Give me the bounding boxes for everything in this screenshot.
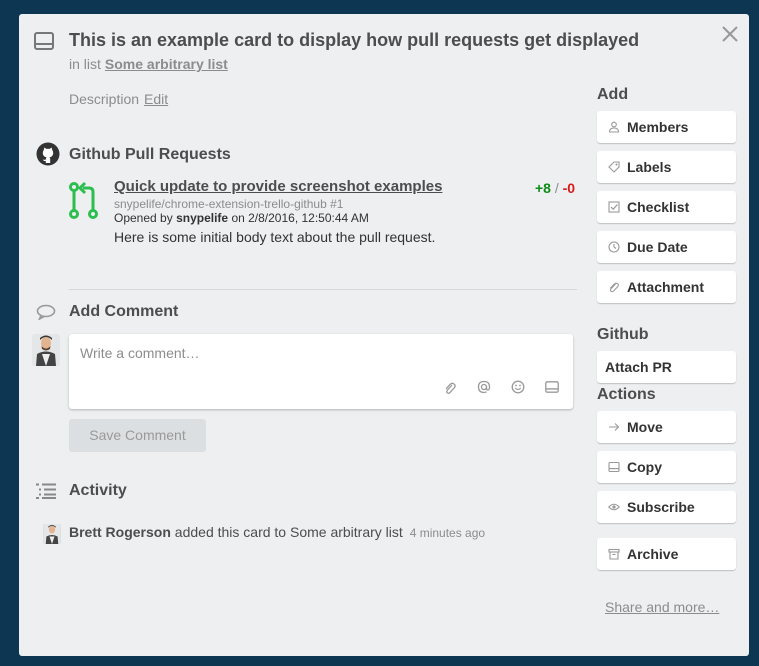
github-icon (36, 142, 60, 166)
activity-heading: Activity (69, 482, 127, 499)
pr-diff-separator: / (554, 180, 559, 196)
move-button[interactable]: Move (597, 411, 736, 443)
activity-user[interactable]: Brett Rogerson (69, 524, 171, 540)
card-copy-icon (608, 461, 620, 473)
members-label: Members (627, 119, 689, 135)
pr-title-link[interactable]: Quick update to provide screenshot examp… (114, 178, 442, 195)
subscribe-button[interactable]: Subscribe (597, 491, 736, 523)
pr-deletions: -0 (562, 180, 576, 196)
attachment-label: Attachment (627, 279, 705, 295)
emoji-icon[interactable] (511, 380, 525, 394)
pr-repo: snypelife/chrome-extension-trello-github… (114, 197, 344, 211)
user-avatar-icon (32, 334, 60, 366)
attach-pr-label: Attach PR (605, 359, 672, 375)
card-icon (34, 32, 54, 50)
archive-button[interactable]: Archive (597, 538, 736, 570)
pull-request-icon (69, 181, 98, 219)
mention-icon[interactable] (477, 380, 491, 394)
avatar (32, 334, 60, 366)
pr-diff-stats: +8 / -0 (535, 180, 575, 196)
arrow-right-icon (609, 423, 620, 431)
share-and-more-link[interactable]: Share and more… (605, 599, 719, 615)
pr-body-text: Here is some initial body text about the… (114, 229, 436, 245)
tag-icon (608, 161, 620, 173)
pr-opened-info: Opened by snypelife on 2/8/2016, 12:50:4… (114, 211, 369, 225)
card-detail-window: This is an example card to display how p… (19, 14, 749, 656)
eye-icon (608, 503, 620, 511)
pr-additions: +8 (535, 180, 551, 196)
sidebar-github-heading: Github (597, 326, 649, 343)
activity-avatar (43, 524, 61, 544)
clock-icon (608, 241, 620, 253)
comment-icon (36, 304, 56, 320)
description-label: Description (69, 91, 140, 107)
checklist-button[interactable]: Checklist (597, 191, 736, 223)
github-section-heading: Github Pull Requests (69, 146, 231, 163)
copy-button[interactable]: Copy (597, 451, 736, 483)
members-button[interactable]: Members (597, 111, 736, 143)
sidebar-add-heading: Add (597, 86, 629, 103)
person-icon (608, 121, 620, 133)
checkbox-icon (608, 201, 620, 213)
archive-box-icon (608, 548, 620, 560)
due-date-button[interactable]: Due Date (597, 231, 736, 263)
activity-entry: Brett Rogerson added this card to Some a… (69, 524, 485, 540)
archive-label: Archive (627, 546, 679, 562)
labels-label: Labels (627, 159, 672, 175)
card-attach-icon[interactable] (545, 381, 559, 393)
description-edit-link[interactable]: Edit (144, 91, 168, 107)
user-avatar-icon (43, 524, 61, 544)
paperclip-icon (609, 282, 619, 293)
description-row: Description Edit (69, 91, 168, 107)
activity-list-icon (36, 483, 56, 499)
paperclip-icon[interactable] (444, 381, 456, 395)
move-label: Move (627, 419, 663, 435)
activity-time[interactable]: 4 minutes ago (410, 526, 485, 540)
subscribe-label: Subscribe (627, 499, 695, 515)
card-title[interactable]: This is an example card to display how p… (69, 30, 639, 51)
pr-author: snypelife (176, 211, 229, 225)
copy-label: Copy (627, 459, 662, 475)
activity-action: added this card to Some arbitrary list (174, 524, 403, 540)
add-comment-heading: Add Comment (69, 303, 179, 320)
comment-placeholder: Write a comment… (80, 345, 200, 361)
section-divider (69, 289, 577, 290)
attachment-button[interactable]: Attachment (597, 271, 736, 303)
attach-pr-button[interactable]: Attach PR (597, 351, 736, 383)
comment-input[interactable]: Write a comment… (69, 334, 573, 409)
in-list-prefix: in list (69, 56, 101, 72)
pr-opened-prefix: Opened by (114, 211, 173, 225)
labels-button[interactable]: Labels (597, 151, 736, 183)
in-list-info: in list Some arbitrary list (69, 56, 228, 72)
close-icon[interactable] (719, 23, 741, 45)
sidebar-actions-heading: Actions (597, 386, 656, 403)
due-date-label: Due Date (627, 239, 688, 255)
pr-opened-date: on 2/8/2016, 12:50:44 AM (231, 211, 369, 225)
list-name-link[interactable]: Some arbitrary list (105, 56, 228, 72)
save-comment-button[interactable]: Save Comment (69, 419, 206, 452)
checklist-label: Checklist (627, 199, 690, 215)
